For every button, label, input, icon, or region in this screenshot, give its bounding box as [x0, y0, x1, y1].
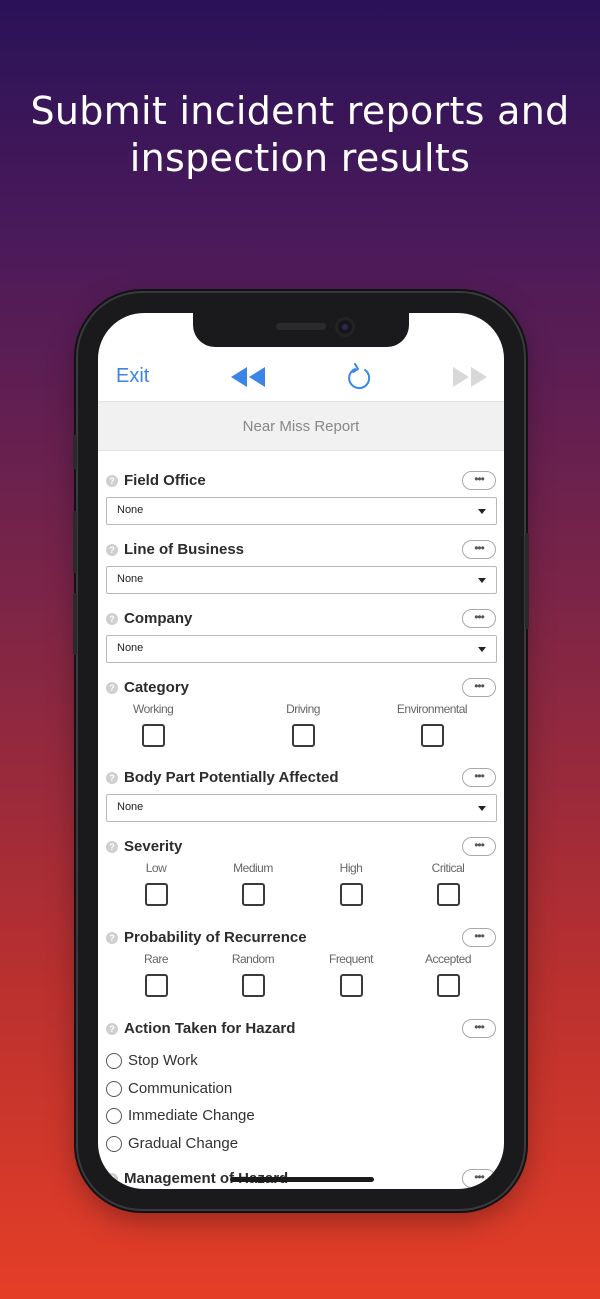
more-button[interactable]: •••: [462, 678, 496, 697]
help-icon[interactable]: ?: [106, 544, 118, 556]
more-button[interactable]: •••: [462, 1169, 496, 1188]
more-button[interactable]: •••: [462, 768, 496, 787]
severity-checkbox[interactable]: [436, 883, 460, 906]
chevron-down-icon: [478, 647, 486, 652]
line-of-business-select[interactable]: None: [106, 566, 497, 594]
help-icon[interactable]: ?: [106, 841, 118, 853]
severity-option: Low: [126, 861, 186, 906]
help-icon[interactable]: ?: [106, 1023, 118, 1035]
power-button: [525, 533, 529, 629]
headline-line-2: inspection results: [129, 136, 471, 180]
category-checkbox[interactable]: [141, 724, 165, 747]
probability-label: Probability of Recurrence: [124, 929, 307, 946]
category-option: Driving: [263, 702, 343, 747]
probability-option: Accepted: [418, 952, 478, 997]
line-of-business-field: ? Line of Business ••• None: [106, 540, 498, 596]
fast-forward-icon[interactable]: [452, 366, 488, 393]
line-of-business-label: Line of Business: [124, 541, 245, 558]
field-office-value: None: [117, 504, 144, 516]
severity-field: ? Severity ••• Low Medium High Critical: [106, 837, 498, 917]
rewind-icon[interactable]: [230, 366, 266, 393]
action-label: Action Taken for Hazard: [124, 1020, 296, 1037]
radio-button[interactable]: [106, 1053, 122, 1069]
radio-button[interactable]: [106, 1136, 122, 1152]
category-option: Environmental: [382, 702, 482, 747]
more-button[interactable]: •••: [462, 540, 496, 559]
app-screen: Exit Near Miss Report ? Field Office •••…: [98, 313, 504, 1189]
company-label: Company: [124, 610, 193, 627]
field-office-label: Field Office: [124, 472, 206, 489]
line-of-business-value: None: [117, 573, 144, 585]
form-title: Near Miss Report: [98, 401, 504, 451]
body-part-value: None: [117, 801, 144, 813]
more-button[interactable]: •••: [462, 837, 496, 856]
probability-checkbox[interactable]: [339, 974, 363, 997]
headline: Submit incident reports and inspection r…: [0, 88, 600, 182]
radio-button[interactable]: [106, 1081, 122, 1097]
exit-button[interactable]: Exit: [116, 365, 149, 388]
body-part-field: ? Body Part Potentially Affected ••• Non…: [106, 768, 498, 824]
front-camera: [335, 317, 355, 337]
field-office-field: ? Field Office ••• None: [106, 471, 498, 527]
probability-option: Frequent: [321, 952, 381, 997]
more-button[interactable]: •••: [462, 609, 496, 628]
help-icon[interactable]: ?: [106, 772, 118, 784]
volume-down-button: [73, 593, 77, 655]
category-checkbox[interactable]: [291, 724, 315, 747]
category-label: Category: [124, 679, 190, 696]
chevron-down-icon: [478, 509, 486, 514]
phone-frame: Exit Near Miss Report ? Field Office •••…: [73, 293, 529, 1209]
company-field: ? Company ••• None: [106, 609, 498, 665]
more-button[interactable]: •••: [462, 471, 496, 490]
severity-checkbox[interactable]: [241, 883, 265, 906]
home-indicator[interactable]: [230, 1177, 374, 1182]
category-checkbox[interactable]: [420, 724, 444, 747]
help-icon[interactable]: ?: [106, 682, 118, 694]
radio-button[interactable]: [106, 1108, 122, 1124]
field-office-select[interactable]: None: [106, 497, 497, 525]
probability-checkbox[interactable]: [144, 974, 168, 997]
probability-option: Rare: [126, 952, 186, 997]
severity-option: Critical: [418, 861, 478, 906]
help-icon[interactable]: ?: [106, 475, 118, 487]
probability-field: ? Probability of Recurrence ••• Rare Ran…: [106, 928, 498, 1008]
more-button[interactable]: •••: [462, 928, 496, 947]
probability-option: Random: [223, 952, 283, 997]
chevron-down-icon: [478, 578, 486, 583]
toolbar: Exit: [98, 357, 504, 401]
mute-switch: [73, 435, 77, 469]
category-field: ? Category ••• Working Driving Environme…: [106, 678, 498, 758]
refresh-icon[interactable]: [346, 363, 372, 396]
notch: [193, 313, 409, 347]
help-icon[interactable]: ?: [106, 932, 118, 944]
company-select[interactable]: None: [106, 635, 497, 663]
action-field: ? Action Taken for Hazard •••: [106, 1019, 498, 1039]
severity-option: Medium: [223, 861, 283, 906]
company-value: None: [117, 642, 144, 654]
severity-checkbox[interactable]: [339, 883, 363, 906]
severity-checkbox[interactable]: [144, 883, 168, 906]
body-part-select[interactable]: None: [106, 794, 497, 822]
help-icon[interactable]: ?: [106, 1173, 118, 1185]
severity-label: Severity: [124, 838, 183, 855]
severity-option: High: [321, 861, 381, 906]
probability-checkbox[interactable]: [241, 974, 265, 997]
headline-line-1: Submit incident reports and: [30, 89, 570, 133]
more-button[interactable]: •••: [462, 1019, 496, 1038]
category-option: Working: [133, 702, 174, 747]
speaker-grille: [276, 323, 326, 330]
probability-checkbox[interactable]: [436, 974, 460, 997]
help-icon[interactable]: ?: [106, 613, 118, 625]
volume-up-button: [73, 511, 77, 573]
body-part-label: Body Part Potentially Affected: [124, 769, 339, 786]
chevron-down-icon: [478, 806, 486, 811]
